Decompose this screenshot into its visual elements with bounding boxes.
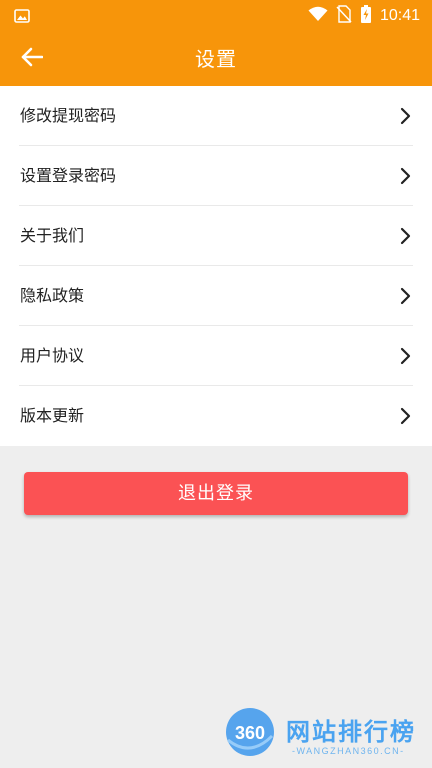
watermark-subtitle: -WANGZHAN360.CN- [292,746,405,756]
watermark: 360 网站排行榜 -WANGZHAN360.CN- [220,704,430,766]
menu-item-label: 设置登录密码 [20,166,117,185]
menu-item-label: 关于我们 [20,226,85,245]
menu-item-label: 隐私政策 [20,286,85,305]
status-icons: 10:41 [308,5,420,27]
wifi-icon [308,6,328,26]
menu-item-set-login-password[interactable]: 设置登录密码 [0,146,432,206]
chevron-right-icon [398,227,412,245]
status-bar: 10:41 [0,0,432,32]
settings-menu: 修改提现密码 设置登录密码 关于我们 隐私政策 用户协议 版本更新 [0,86,432,446]
watermark-title: 网站排行榜 [286,718,416,746]
app-bar: 设置 [0,32,432,86]
status-time: 10:41 [379,7,420,24]
menu-item-label: 版本更新 [20,406,85,425]
svg-text:360: 360 [235,723,265,743]
menu-item-user-agreement[interactable]: 用户协议 [0,326,432,386]
menu-item-about-us[interactable]: 关于我们 [0,206,432,266]
chevron-right-icon [398,107,412,125]
image-icon [14,8,30,24]
battery-charging-icon [360,5,372,27]
watermark-logo: 360 [224,706,276,758]
chevron-right-icon [398,407,412,425]
chevron-right-icon [398,287,412,305]
menu-item-privacy-policy[interactable]: 隐私政策 [0,266,432,326]
page-title: 设置 [195,47,237,71]
menu-item-label: 用户协议 [20,346,85,365]
no-sim-icon [336,5,352,27]
chevron-right-icon [398,347,412,365]
chevron-right-icon [398,167,412,185]
logout-button[interactable]: 退出登录 [24,472,408,515]
menu-item-version-update[interactable]: 版本更新 [0,386,432,446]
menu-item-change-withdraw-password[interactable]: 修改提现密码 [0,86,432,146]
menu-item-label: 修改提现密码 [20,106,117,125]
